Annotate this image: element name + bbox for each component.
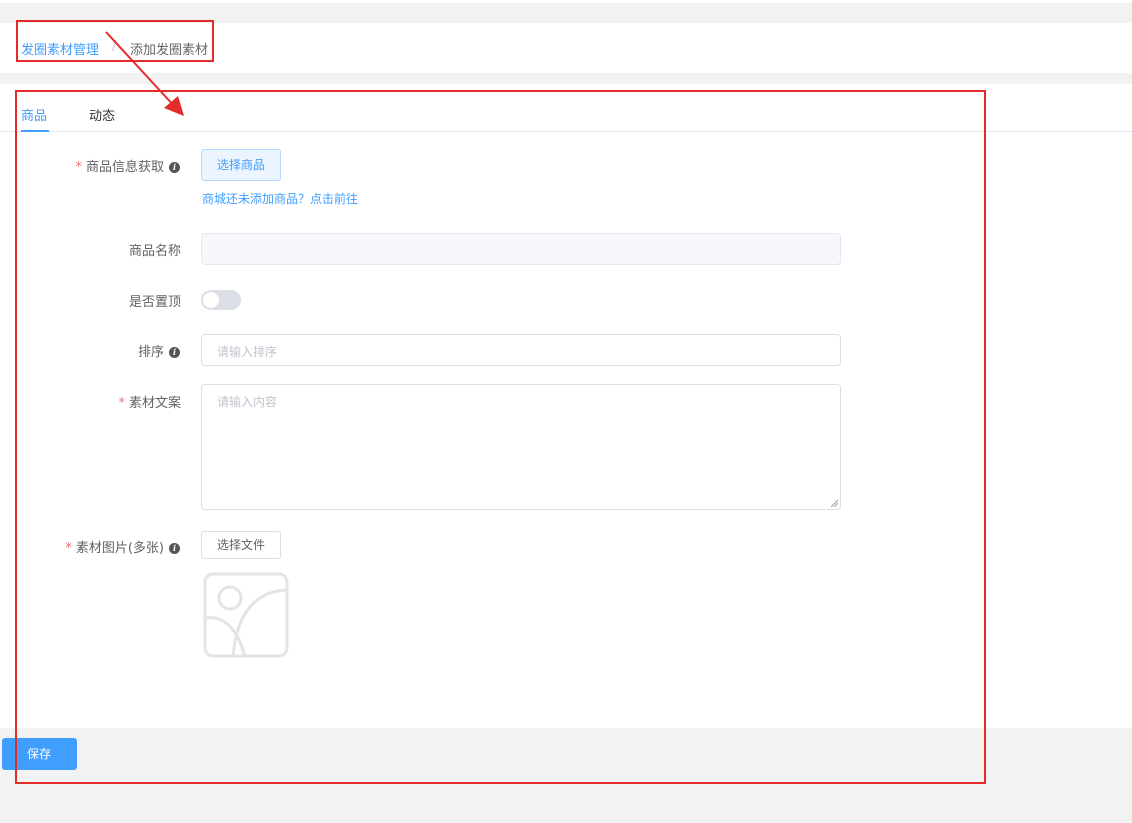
save-button[interactable]: 保存 xyxy=(2,738,77,770)
pin-top-label: 是否置顶 xyxy=(128,295,181,310)
copy-text-placeholder: 请输入内容 xyxy=(217,395,278,409)
product-name-label: 商品名称 xyxy=(128,244,181,259)
add-product-link[interactable]: 商城还未添加商品？点击前往 xyxy=(202,190,358,207)
choose-file-button[interactable]: 选择文件 xyxy=(201,531,281,559)
select-product-button[interactable]: 选择商品 xyxy=(201,149,281,181)
image-placeholder-icon xyxy=(203,572,289,658)
tab-goods[interactable]: 商品 xyxy=(21,105,47,124)
info-icon[interactable]: i xyxy=(169,543,180,554)
copy-text-label: * 素材文案 xyxy=(40,392,181,411)
product-name-input xyxy=(201,233,841,265)
info-icon[interactable]: i xyxy=(169,347,180,358)
resize-handle-icon[interactable] xyxy=(830,499,838,507)
images-label: * 素材图片(多张) i xyxy=(40,537,180,556)
product-info-label: * 商品信息获取 i xyxy=(40,156,180,175)
top-strip xyxy=(0,0,1132,3)
pin-top-switch-knob xyxy=(203,292,219,308)
breadcrumb-parent-link[interactable]: 发圈素材管理 xyxy=(21,39,99,58)
required-mark: * xyxy=(118,396,125,411)
product-info-label-text: 商品信息获取 xyxy=(85,160,164,175)
sort-label-text: 排序 xyxy=(137,345,164,360)
required-mark: * xyxy=(75,160,82,175)
required-mark: * xyxy=(65,541,72,556)
copy-text-label-text: 素材文案 xyxy=(128,396,181,411)
tabs-divider xyxy=(0,131,1132,132)
sort-input[interactable]: 请输入排序 xyxy=(201,334,841,366)
tab-active-indicator xyxy=(21,130,49,132)
sort-placeholder: 请输入排序 xyxy=(217,345,278,359)
sort-label: 排序 i xyxy=(40,341,180,360)
images-label-text: 素材图片(多张) xyxy=(75,541,164,556)
copy-text-textarea[interactable]: 请输入内容 xyxy=(201,384,841,510)
annotation-arrow-icon xyxy=(105,31,184,116)
info-icon[interactable]: i xyxy=(169,162,180,173)
